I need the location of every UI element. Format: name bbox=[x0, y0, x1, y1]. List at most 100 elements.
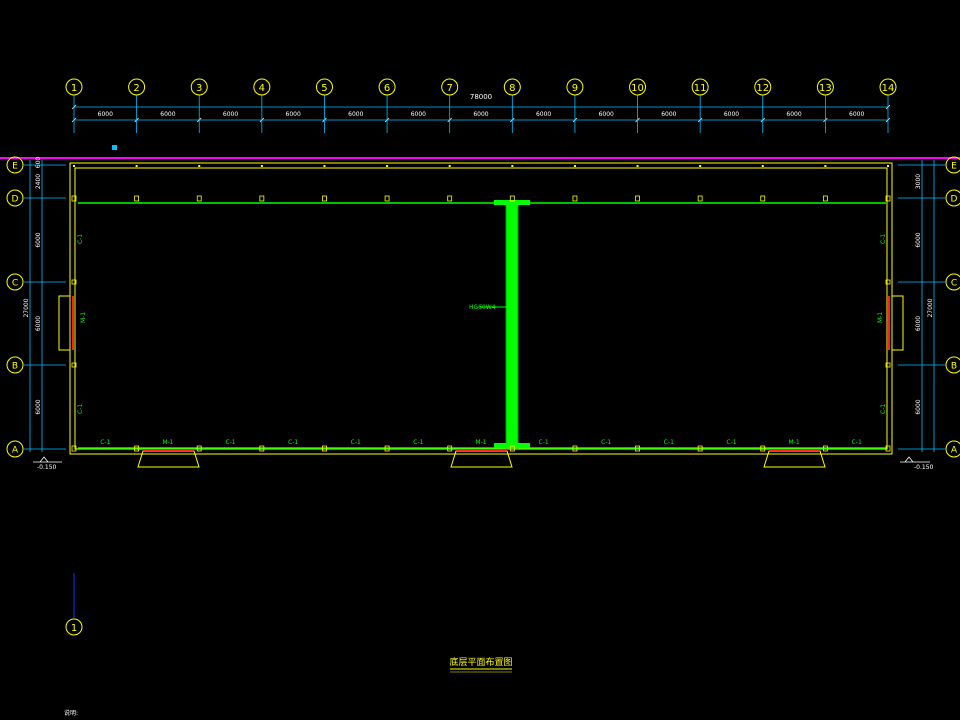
right-dim-1: 3000 bbox=[915, 174, 922, 189]
bay-dim-7: 6000 bbox=[473, 111, 488, 118]
axis-label-3: 3 bbox=[196, 83, 202, 94]
roof-point-12 bbox=[761, 165, 764, 167]
opening-label-1: C-1 bbox=[100, 439, 110, 446]
lone-axis-label: 1 bbox=[71, 623, 77, 634]
roof-point-4 bbox=[260, 165, 263, 167]
axis-label-left-C: C bbox=[12, 279, 18, 289]
roof-point-13 bbox=[824, 165, 827, 167]
axis-label-right-E: E bbox=[951, 162, 957, 172]
bay-dim-9: 6000 bbox=[599, 111, 614, 118]
left-door bbox=[58, 295, 74, 351]
opening-label-10: C-1 bbox=[664, 439, 674, 446]
axis-label-13: 13 bbox=[819, 83, 832, 94]
roof-point-14 bbox=[887, 165, 889, 167]
level-right: -0.150 bbox=[914, 464, 934, 471]
column-top-9 bbox=[572, 195, 578, 202]
axis-label-right-D: D bbox=[951, 195, 958, 205]
right-door bbox=[888, 295, 904, 351]
axis-label-9: 9 bbox=[572, 83, 578, 94]
axis-label-4: 4 bbox=[259, 83, 265, 94]
column-top-7 bbox=[447, 195, 453, 202]
roof-point-8 bbox=[511, 165, 514, 167]
axis-label-7: 7 bbox=[447, 83, 453, 94]
total-dimension: 78000 bbox=[470, 93, 492, 101]
left-dim-1: 600 bbox=[35, 157, 42, 169]
left-dim-2: 2400 bbox=[35, 174, 42, 189]
bay-dim-8: 6000 bbox=[536, 111, 551, 118]
partition-cap-bottom bbox=[494, 443, 530, 448]
roof-point-10 bbox=[636, 165, 639, 167]
level-left: -0.150 bbox=[37, 464, 57, 471]
axis-label-12: 12 bbox=[756, 83, 769, 94]
axis-label-left-E: E bbox=[12, 162, 18, 172]
axis-label-5: 5 bbox=[321, 83, 327, 94]
bay-dim-13: 6000 bbox=[849, 111, 864, 118]
bay-dim-10: 6000 bbox=[661, 111, 676, 118]
left-window-top-label: C-1 bbox=[77, 234, 84, 244]
bay-dim-4: 6000 bbox=[286, 111, 301, 118]
floor-plan-drawing: 6000 6000 6000 6000 6000 6000 6000 6000 6000 6000… bbox=[0, 78, 960, 717]
axis-bubbles-top: 1 2 3 4 5 6 7 8 9 10 11 12 13 14 bbox=[65, 78, 897, 133]
column-top-6 bbox=[384, 195, 390, 202]
right-window-top-label: C-1 bbox=[880, 234, 887, 244]
opening-label-9: C-1 bbox=[601, 439, 611, 446]
opening-label-3: C-1 bbox=[225, 439, 235, 446]
level-mark-right bbox=[900, 456, 930, 463]
opening-label-12: M-1 bbox=[788, 439, 799, 446]
bottom-opening-labels: C-1 M-1 C-1 C-1 C-1 C-1 M-1 C-1 C-1 C-1 C-1 M-1 C-1 bbox=[100, 439, 862, 446]
opening-label-7: M-1 bbox=[475, 439, 486, 446]
left-dim-4: 6000 bbox=[35, 316, 42, 331]
opening-label-11: C-1 bbox=[726, 439, 736, 446]
axis-label-right-A: A bbox=[951, 446, 958, 456]
column-top-13 bbox=[822, 195, 828, 202]
column-top-10 bbox=[635, 195, 640, 202]
left-dim-total: 27000 bbox=[23, 298, 30, 317]
bottom-door-3 bbox=[763, 449, 826, 468]
roof-point-2 bbox=[135, 165, 138, 167]
right-dim-total: 27000 bbox=[927, 298, 934, 317]
top-dimension-chain: 6000 6000 6000 6000 6000 6000 6000 6000 6000 6000… bbox=[71, 104, 891, 123]
right-window-bottom-label: C-1 bbox=[880, 404, 887, 414]
bay-dim-5: 6000 bbox=[348, 111, 363, 118]
roof-point-1 bbox=[73, 165, 75, 167]
axis-label-14: 14 bbox=[882, 83, 895, 94]
column-top-2 bbox=[134, 195, 140, 202]
bay-dim-3: 6000 bbox=[223, 111, 238, 118]
bay-dim-12: 6000 bbox=[786, 111, 801, 118]
drawing-title: 底层平面布置图 bbox=[449, 656, 512, 668]
bottom-door-1 bbox=[137, 449, 200, 468]
axis-label-left-A: A bbox=[12, 446, 19, 456]
note-label: 说明: bbox=[64, 709, 78, 717]
column-top-3 bbox=[196, 195, 202, 202]
axis-label-8: 8 bbox=[509, 83, 515, 94]
opening-label-2: M-1 bbox=[162, 439, 173, 446]
roof-point-6 bbox=[386, 165, 389, 167]
right-dim-3: 6000 bbox=[915, 316, 922, 331]
bay-dim-2: 6000 bbox=[160, 111, 175, 118]
roof-point-3 bbox=[198, 165, 201, 167]
axis-label-right-B: B bbox=[951, 362, 957, 372]
bay-dim-11: 6000 bbox=[724, 111, 739, 118]
column-top-12 bbox=[760, 195, 766, 202]
opening-label-6: C-1 bbox=[413, 439, 423, 446]
roof-point-5 bbox=[323, 165, 326, 167]
roof-point-11 bbox=[699, 165, 702, 167]
partition-label: HG60W4 bbox=[469, 304, 496, 311]
level-mark-left bbox=[33, 456, 62, 463]
opening-label-8: C-1 bbox=[539, 439, 549, 446]
left-window-bottom-label: C-1 bbox=[77, 404, 84, 414]
axis-label-left-B: B bbox=[12, 362, 18, 372]
marker-square bbox=[112, 145, 117, 150]
axis-label-10: 10 bbox=[631, 83, 644, 94]
column-top-11 bbox=[697, 195, 703, 202]
bottom-door-2 bbox=[450, 449, 513, 468]
left-dim-3: 6000 bbox=[35, 232, 42, 247]
bay-dim-6: 6000 bbox=[411, 111, 426, 118]
roof-point-7 bbox=[448, 165, 451, 167]
roof-point-9 bbox=[573, 165, 576, 167]
opening-label-13: C-1 bbox=[852, 439, 862, 446]
right-dim-2: 6000 bbox=[915, 232, 922, 247]
left-door-label: M-1 bbox=[80, 312, 87, 323]
axis-label-left-D: D bbox=[12, 195, 19, 205]
axis-label-6: 6 bbox=[384, 83, 390, 94]
